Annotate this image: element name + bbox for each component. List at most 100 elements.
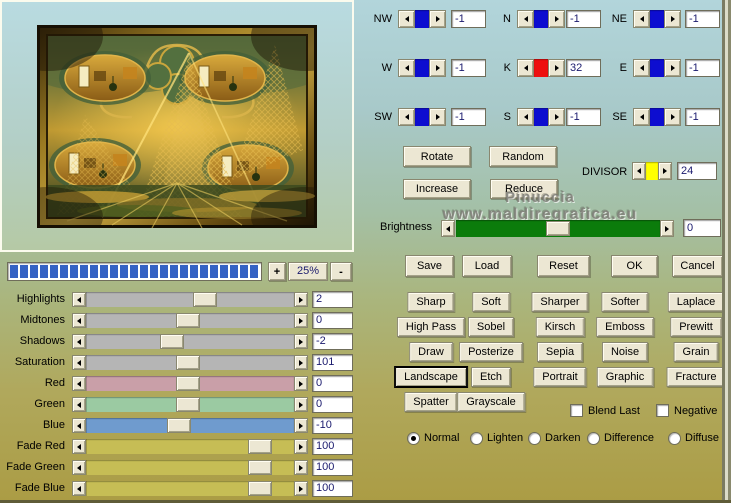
- slider-value-input[interactable]: 100: [312, 459, 353, 476]
- preset-button-softer[interactable]: Softer: [601, 292, 649, 312]
- slider-thumb[interactable]: [248, 481, 272, 496]
- slider-value-input[interactable]: 2: [312, 291, 353, 308]
- preset-button-draw[interactable]: Draw: [409, 342, 453, 362]
- brightness-thumb[interactable]: [546, 221, 570, 236]
- slider-increase-button[interactable]: [294, 397, 308, 412]
- ok-button[interactable]: OK: [611, 255, 658, 277]
- preset-button-posterize[interactable]: Posterize: [459, 342, 523, 362]
- slider-value-input[interactable]: 100: [312, 480, 353, 497]
- slider-decrease-button[interactable]: [72, 313, 86, 328]
- spinner-decrease-button[interactable]: [398, 108, 415, 126]
- reset-button[interactable]: Reset: [537, 255, 590, 277]
- darken-radio[interactable]: [528, 432, 541, 445]
- zoom-out-button[interactable]: -: [330, 262, 352, 281]
- matrix-value-input[interactable]: -1: [685, 108, 720, 126]
- slider-increase-button[interactable]: [294, 481, 308, 496]
- slider-thumb[interactable]: [193, 292, 217, 307]
- slider-value-input[interactable]: -10: [312, 417, 353, 434]
- preset-button-sepia[interactable]: Sepia: [536, 342, 584, 362]
- slider-thumb[interactable]: [176, 397, 200, 412]
- slider-decrease-button[interactable]: [72, 292, 86, 307]
- normal-radio[interactable]: [407, 432, 420, 445]
- spinner-increase-button[interactable]: [548, 10, 565, 28]
- slider-decrease-button[interactable]: [72, 355, 86, 370]
- spinner-decrease-button[interactable]: [633, 10, 650, 28]
- spinner-decrease-button[interactable]: [633, 108, 650, 126]
- slider-value-input[interactable]: -2: [312, 333, 353, 350]
- spinner-decrease-button[interactable]: [517, 59, 534, 77]
- slider-increase-button[interactable]: [294, 439, 308, 454]
- slider-increase-button[interactable]: [294, 334, 308, 349]
- matrix-value-input[interactable]: -1: [685, 10, 720, 28]
- spinner-increase-button[interactable]: [664, 59, 681, 77]
- slider-decrease-button[interactable]: [72, 376, 86, 391]
- slider-thumb[interactable]: [176, 376, 200, 391]
- difference-radio[interactable]: [587, 432, 600, 445]
- spinner-increase-button[interactable]: [548, 108, 565, 126]
- preview-panel[interactable]: [0, 0, 354, 252]
- slider-thumb[interactable]: [176, 355, 200, 370]
- spinner-increase-button[interactable]: [429, 108, 446, 126]
- preset-button-sharp[interactable]: Sharp: [407, 292, 455, 312]
- zoom-in-button[interactable]: +: [268, 262, 286, 281]
- reduce-button[interactable]: Reduce: [490, 179, 558, 199]
- preset-button-fracture[interactable]: Fracture: [666, 367, 726, 387]
- preset-button-sharper[interactable]: Sharper: [531, 292, 589, 312]
- spinner-increase-button[interactable]: [429, 10, 446, 28]
- slider-increase-button[interactable]: [294, 460, 308, 475]
- spinner-decrease-button[interactable]: [398, 59, 415, 77]
- preset-button-kirsch[interactable]: Kirsch: [535, 317, 585, 337]
- slider-increase-button[interactable]: [294, 376, 308, 391]
- slider-value-input[interactable]: 0: [312, 375, 353, 392]
- matrix-value-input[interactable]: -1: [685, 59, 720, 77]
- slider-thumb[interactable]: [167, 418, 191, 433]
- preset-button-portrait[interactable]: Portrait: [533, 367, 587, 387]
- preset-button-landscape[interactable]: Landscape: [395, 367, 467, 387]
- brightness-increase-button[interactable]: [660, 220, 674, 237]
- slider-decrease-button[interactable]: [72, 439, 86, 454]
- spinner-increase-button[interactable]: [664, 108, 681, 126]
- preset-button-soft[interactable]: Soft: [472, 292, 510, 312]
- slider-track[interactable]: [86, 292, 294, 307]
- spinner-decrease-button[interactable]: [517, 108, 534, 126]
- slider-decrease-button[interactable]: [72, 460, 86, 475]
- slider-decrease-button[interactable]: [72, 397, 86, 412]
- slider-track[interactable]: [86, 334, 294, 349]
- save-button[interactable]: Save: [405, 255, 454, 277]
- slider-increase-button[interactable]: [294, 292, 308, 307]
- slider-thumb[interactable]: [160, 334, 184, 349]
- slider-value-input[interactable]: 101: [312, 354, 353, 371]
- negative-checkbox[interactable]: [656, 404, 669, 417]
- blend-last-checkbox[interactable]: [570, 404, 583, 417]
- slider-decrease-button[interactable]: [72, 418, 86, 433]
- rotate-button[interactable]: Rotate: [403, 146, 471, 167]
- spinner-increase-button[interactable]: [664, 10, 681, 28]
- spinner-decrease-button[interactable]: [517, 10, 534, 28]
- preset-button-emboss[interactable]: Emboss: [596, 317, 654, 337]
- slider-value-input[interactable]: 0: [312, 312, 353, 329]
- preset-button-high-pass[interactable]: High Pass: [396, 317, 466, 337]
- cancel-button[interactable]: Cancel: [672, 255, 723, 277]
- divisor-value-input[interactable]: 24: [677, 162, 717, 180]
- slider-value-input[interactable]: 0: [312, 396, 353, 413]
- slider-increase-button[interactable]: [294, 355, 308, 370]
- slider-value-input[interactable]: 100: [312, 438, 353, 455]
- lighten-radio[interactable]: [470, 432, 483, 445]
- slider-thumb[interactable]: [176, 313, 200, 328]
- preset-button-laplace[interactable]: Laplace: [667, 292, 725, 312]
- random-button[interactable]: Random: [489, 146, 557, 167]
- slider-decrease-button[interactable]: [72, 481, 86, 496]
- slider-decrease-button[interactable]: [72, 334, 86, 349]
- divisor-increase-button[interactable]: [658, 162, 672, 180]
- slider-thumb[interactable]: [248, 439, 272, 454]
- slider-increase-button[interactable]: [294, 313, 308, 328]
- diffuse-radio[interactable]: [668, 432, 681, 445]
- increase-button[interactable]: Increase: [403, 179, 471, 199]
- brightness-value-input[interactable]: 0: [683, 219, 721, 237]
- spinner-decrease-button[interactable]: [633, 59, 650, 77]
- preset-button-etch[interactable]: Etch: [470, 367, 512, 387]
- preset-button-grain[interactable]: Grain: [673, 342, 719, 362]
- preset-button-prewitt[interactable]: Prewitt: [670, 317, 722, 337]
- load-button[interactable]: Load: [462, 255, 512, 277]
- preset-button-grayscale[interactable]: Grayscale: [457, 392, 525, 412]
